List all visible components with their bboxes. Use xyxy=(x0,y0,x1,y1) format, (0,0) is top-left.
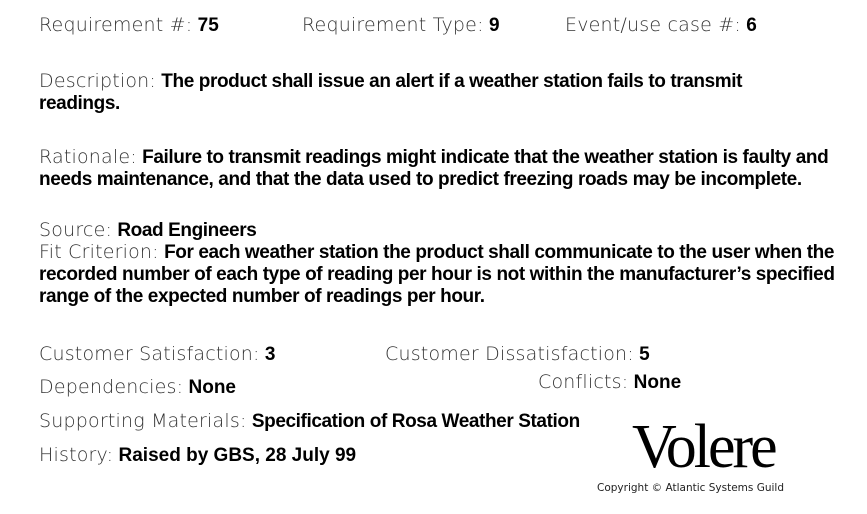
customer-dissatisfaction-value: 5 xyxy=(639,344,650,365)
supporting-materials-value: Specification of Rosa Weather Station xyxy=(251,411,580,432)
supporting-materials: Supporting Materials: Specification of R… xyxy=(39,410,580,433)
customer-satisfaction: Customer Satisfaction: 3 xyxy=(39,343,276,366)
history: History: Raised by GBS, 28 July 99 xyxy=(39,444,356,467)
fit-criterion: Fit Criterion: For each weather station … xyxy=(39,241,839,308)
volere-logo-text: Volere xyxy=(632,413,778,481)
customer-satisfaction-label: Customer Satisfaction: xyxy=(39,343,260,365)
requirement-type-label: Requirement Type: xyxy=(302,14,484,36)
rationale: Rationale: Failure to transmit readings … xyxy=(39,146,859,191)
fit-criterion-value: For each weather station the product sha… xyxy=(39,242,835,307)
requirement-type: Requirement Type: 9 xyxy=(302,14,500,37)
event-use-case-label: Event/use case #: xyxy=(565,14,741,36)
requirement-number: Requirement #: 75 xyxy=(39,14,219,37)
volere-logo: Volere Copyright © Atlantic Systems Guil… xyxy=(597,413,832,494)
history-value: Raised by GBS, 28 July 99 xyxy=(118,445,357,466)
event-use-case-value: 6 xyxy=(746,15,757,36)
customer-dissatisfaction: Customer Dissatisfaction: 5 xyxy=(385,343,650,366)
dependencies: Dependencies: None xyxy=(39,376,236,399)
description: Description: The product shall issue an … xyxy=(39,70,779,115)
rationale-value: Failure to transmit readings might indic… xyxy=(39,147,829,190)
requirement-type-value: 9 xyxy=(488,15,500,36)
supporting-materials-label: Supporting Materials: xyxy=(39,410,247,432)
conflicts: Conflicts: None xyxy=(538,371,681,394)
source-label: Source: xyxy=(39,219,113,241)
fit-criterion-label: Fit Criterion: xyxy=(39,241,159,263)
conflicts-label: Conflicts: xyxy=(538,371,629,393)
source-value: Road Engineers xyxy=(117,220,257,241)
rationale-label: Rationale: xyxy=(39,146,137,168)
dependencies-value: None xyxy=(188,377,237,398)
conflicts-value: None xyxy=(633,372,682,393)
description-label: Description: xyxy=(39,70,157,92)
customer-dissatisfaction-label: Customer Dissatisfaction: xyxy=(385,343,634,365)
requirement-number-value: 75 xyxy=(197,15,219,36)
requirement-number-label: Requirement #: xyxy=(39,14,193,36)
event-use-case: Event/use case #: 6 xyxy=(565,14,757,37)
customer-satisfaction-value: 3 xyxy=(264,344,276,365)
history-label: History: xyxy=(39,444,114,466)
copyright-notice: Copyright © Atlantic Systems Guild xyxy=(597,482,785,494)
dependencies-label: Dependencies: xyxy=(39,376,184,398)
source: Source: Road Engineers xyxy=(39,219,859,242)
